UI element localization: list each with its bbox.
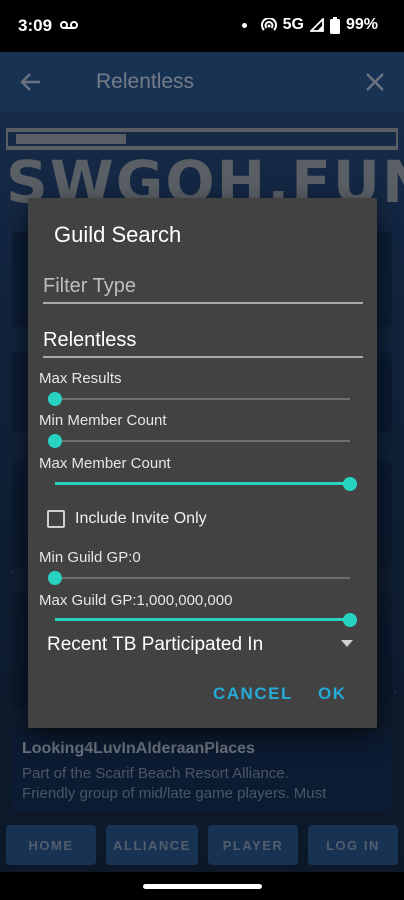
cancel-button[interactable]: CANCEL xyxy=(213,684,293,704)
notification-dot-icon xyxy=(241,22,247,28)
min-member-count-label: Min Member Count xyxy=(39,412,167,429)
status-time: 3:09 xyxy=(18,16,53,35)
filter-type-placeholder: Filter Type xyxy=(43,275,136,297)
gesture-bar xyxy=(0,872,404,900)
min-member-count-slider[interactable] xyxy=(48,434,350,448)
include-invite-only-checkbox[interactable] xyxy=(47,510,65,528)
filter-type-field[interactable]: Filter Type xyxy=(43,264,363,304)
include-invite-only-row[interactable]: Include Invite Only xyxy=(47,510,207,528)
recent-tb-select-value: Recent TB Participated In xyxy=(47,634,264,655)
slider-thumb[interactable] xyxy=(48,434,62,448)
slider-thumb[interactable] xyxy=(48,571,62,585)
battery-icon xyxy=(329,16,340,34)
max-results-slider[interactable] xyxy=(48,392,350,406)
recent-tb-select[interactable]: Recent TB Participated In xyxy=(47,630,353,660)
signal-icon xyxy=(309,18,324,32)
status-bar: 3:09 5G 99% xyxy=(0,0,404,52)
max-results-label: Max Results xyxy=(39,370,122,387)
max-guild-gp-label: Max Guild GP:1,000,000,000 xyxy=(39,592,233,609)
slider-thumb[interactable] xyxy=(343,477,357,491)
guild-search-dialog: Guild Search Filter Type Relentless Max … xyxy=(28,198,377,728)
max-member-count-slider[interactable] xyxy=(55,477,357,491)
voicemail-icon xyxy=(60,21,78,29)
include-invite-only-label: Include Invite Only xyxy=(75,510,207,527)
max-guild-gp-slider[interactable] xyxy=(55,613,357,627)
ok-button[interactable]: OK xyxy=(318,684,347,704)
dialog-title: Guild Search xyxy=(54,222,182,247)
home-gesture-handle[interactable] xyxy=(143,884,262,889)
guild-name-value: Relentless xyxy=(43,329,137,351)
battery-percent: 99% xyxy=(345,16,378,33)
min-guild-gp-label: Min Guild GP:0 xyxy=(39,549,141,566)
slider-thumb[interactable] xyxy=(48,392,62,406)
slider-thumb[interactable] xyxy=(343,613,357,627)
network-type: 5G xyxy=(282,16,304,33)
max-member-count-label: Max Member Count xyxy=(39,455,171,472)
guild-name-field[interactable]: Relentless xyxy=(43,318,363,358)
min-guild-gp-slider[interactable] xyxy=(48,571,350,585)
hotspot-icon xyxy=(260,18,277,31)
dropdown-arrow-icon xyxy=(341,640,353,647)
